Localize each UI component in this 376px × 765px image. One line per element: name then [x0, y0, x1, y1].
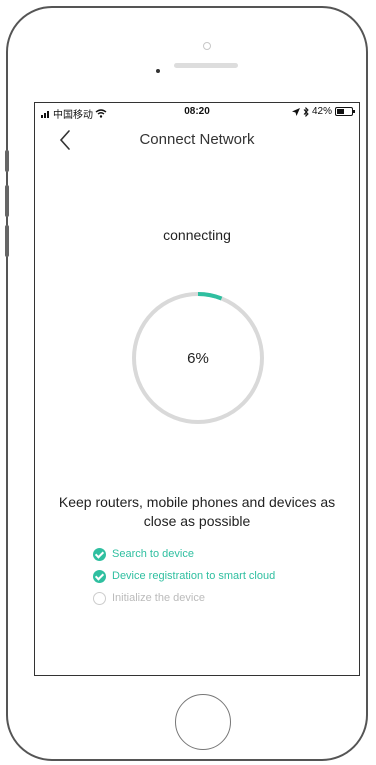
- empty-circle-icon: [93, 591, 106, 605]
- connection-status: connecting: [163, 227, 231, 243]
- proximity-tip: Keep routers, mobile phones and devices …: [58, 494, 336, 529]
- app-screen: 中国移动 08:20 42% Connect Network connectin…: [34, 102, 360, 676]
- front-camera: [203, 42, 211, 50]
- check-circle-icon: [93, 569, 106, 583]
- home-button[interactable]: [175, 694, 231, 750]
- volume-down-button: [5, 225, 9, 257]
- status-right-group: 42%: [291, 106, 355, 117]
- step-list: Search to device Device registration to …: [93, 543, 275, 609]
- step-label: Initialize the device: [112, 592, 205, 604]
- status-bar: 中国移动 08:20 42%: [35, 103, 359, 123]
- earpiece-speaker: [174, 63, 238, 68]
- step-label: Search to device: [112, 548, 194, 560]
- location-arrow-icon: [291, 107, 300, 116]
- battery-percent: 42%: [311, 106, 332, 117]
- step-search-device: Search to device: [93, 543, 275, 565]
- volume-up-button: [5, 185, 9, 217]
- check-circle-icon: [93, 547, 106, 561]
- step-device-registration: Device registration to smart cloud: [93, 565, 275, 587]
- step-initialize-device: Initialize the device: [93, 587, 275, 609]
- page-title: Connect Network: [139, 131, 255, 148]
- progress-percent: 6%: [187, 349, 209, 367]
- nav-bar: Connect Network: [35, 125, 359, 155]
- mute-switch: [5, 150, 9, 172]
- step-label: Device registration to smart cloud: [112, 570, 276, 582]
- bluetooth-icon: [303, 106, 309, 117]
- battery-icon: [335, 107, 355, 116]
- proximity-sensor: [156, 69, 160, 73]
